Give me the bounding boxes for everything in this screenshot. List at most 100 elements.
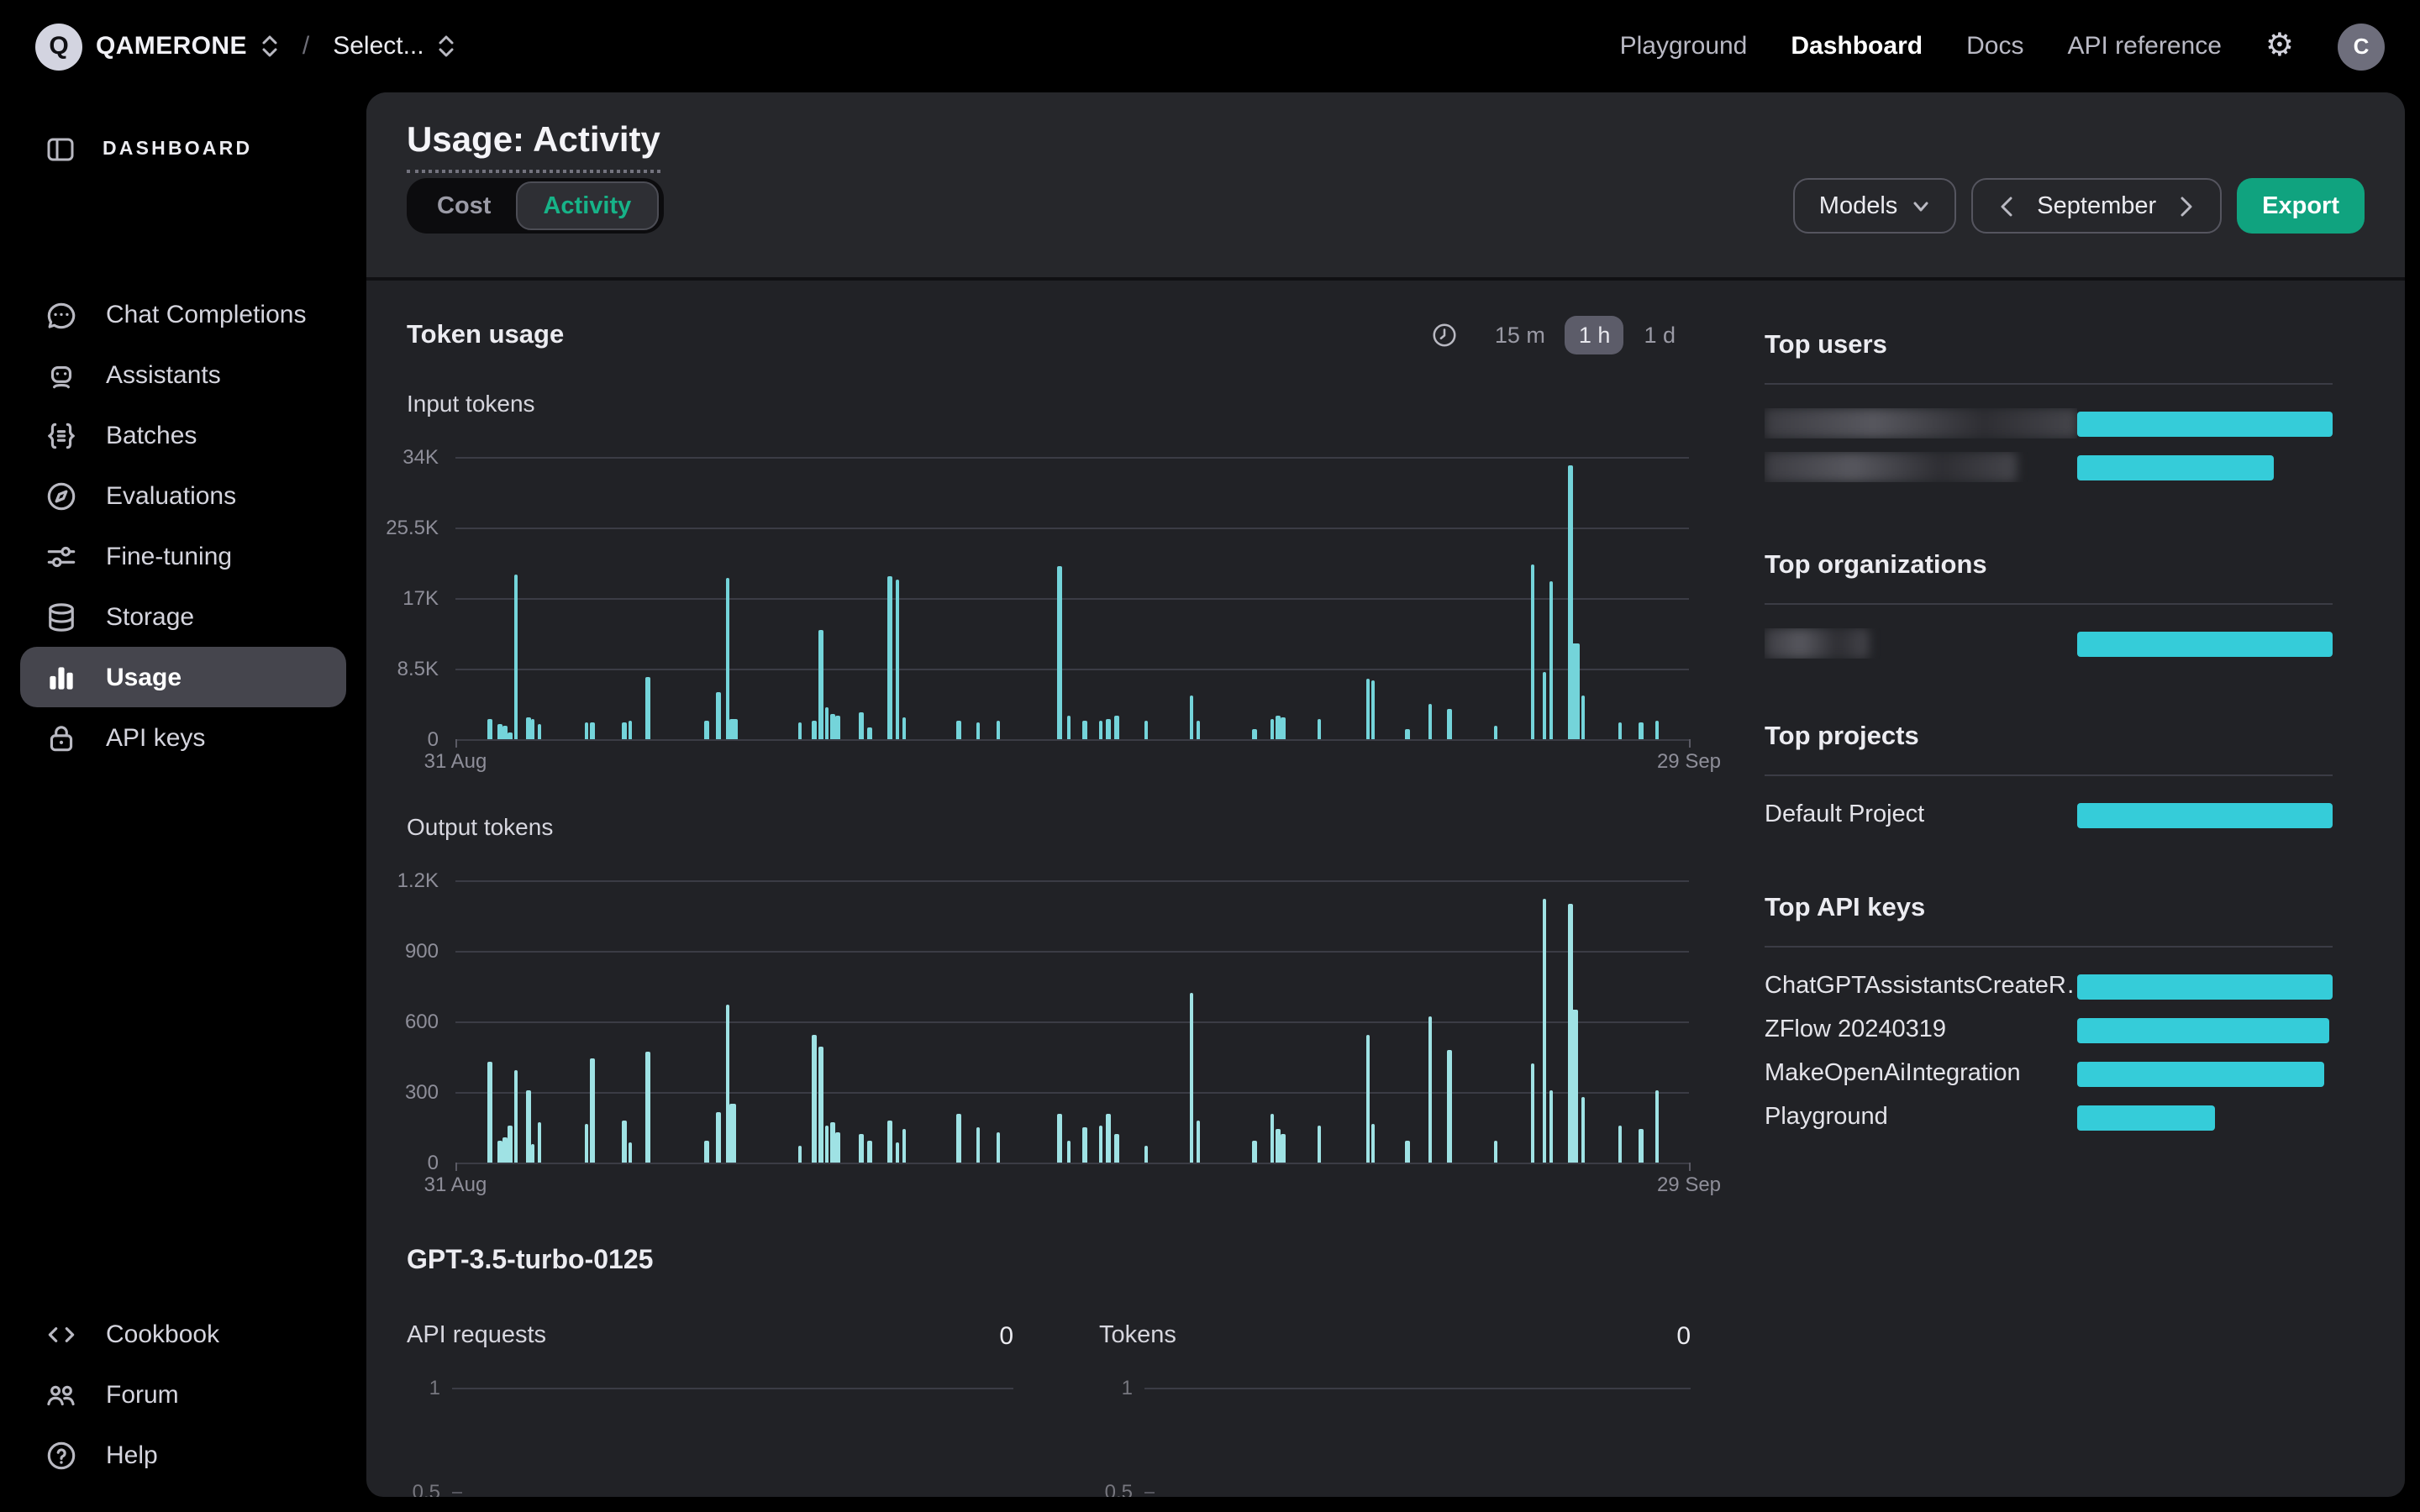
sidebar-item-api-keys[interactable]: API keys [20, 707, 346, 768]
chart-bar [508, 1126, 512, 1163]
sidebar-item-usage[interactable]: Usage [20, 647, 346, 707]
chart-bar [537, 723, 541, 739]
chart-bar [1639, 1130, 1643, 1163]
leaderboard-row-label: Playground [1765, 1104, 2077, 1131]
chart-bar [1144, 721, 1149, 739]
leaderboard-row: MakeOpenAiIntegration [1765, 1052, 2333, 1095]
input-tokens-label: Input tokens [407, 390, 535, 417]
sidebar-item-chat-completions[interactable]: Chat Completions [20, 284, 346, 344]
mini-gridline-row: 0.5 [407, 1480, 1013, 1497]
chart-bar [1196, 720, 1200, 739]
gridline [455, 669, 1689, 670]
org-switcher[interactable]: Q QAMERONE [35, 23, 279, 70]
top-nav-dashboard[interactable]: Dashboard [1791, 32, 1923, 60]
leaderboard-bar [2077, 802, 2333, 827]
chart-bar [1270, 1113, 1274, 1163]
view-toggle-cost[interactable]: Cost [412, 183, 516, 228]
chart-bar [1581, 1097, 1585, 1163]
sidebar-item-label: Batches [106, 421, 197, 449]
chart-bar [629, 721, 633, 739]
chart-bar [1655, 1091, 1659, 1163]
topbar: Q QAMERONE / Select... PlaygroundDashboa… [0, 0, 2420, 92]
chart-bar [1371, 681, 1376, 739]
chart-bar [513, 575, 518, 739]
gridline [455, 951, 1689, 953]
sidebar-item-cookbook[interactable]: Cookbook [20, 1304, 346, 1364]
chart-bar [1317, 1126, 1321, 1163]
leaderboard-row: ChatGPTAssistantsCreateR… [1765, 964, 2333, 1008]
database-icon [44, 599, 79, 634]
chart-bar [1448, 1050, 1452, 1163]
tick-dash [1144, 1491, 1155, 1493]
y-axis-tick-label: 25.5K [386, 516, 439, 539]
chart-bar [590, 723, 594, 739]
gear-icon[interactable]: ⚙ [2265, 30, 2294, 62]
top-nav-playground[interactable]: Playground [1620, 32, 1748, 60]
leaderboard-bar [2077, 1017, 2330, 1042]
leaderboard-bar-track [2077, 454, 2333, 480]
chevron-left-icon[interactable] [1996, 194, 2017, 218]
chart-bar [629, 1142, 633, 1163]
chart-bar [1428, 1016, 1432, 1163]
sidebar-item-storage[interactable]: Storage [20, 586, 346, 647]
chart-bar [623, 1121, 627, 1163]
lock-icon [44, 720, 79, 755]
month-navigator[interactable]: September [1971, 178, 2222, 234]
leaderboard-row-label: MakeOpenAiIntegration [1765, 1060, 2077, 1087]
chart-bar [488, 1062, 492, 1163]
top-nav-docs[interactable]: Docs [1966, 32, 2023, 60]
chart-bar [729, 719, 737, 739]
sidebar-header[interactable]: DASHBOARD [0, 92, 366, 173]
sidebar-item-fine-tuning[interactable]: Fine-tuning [20, 526, 346, 586]
leaderboard-row-label: ChatGPTAssistantsCreateR… [1765, 973, 2077, 1000]
chart-bar [996, 1132, 1000, 1163]
chart-bar [868, 727, 872, 739]
chart-bar [1066, 1142, 1071, 1163]
chevron-right-icon[interactable] [2176, 194, 2196, 218]
granularity-toggle: 15 m1 h1 d [1431, 312, 1689, 358]
view-toggle-activity[interactable]: Activity [516, 181, 658, 230]
leaderboard-row-label [1765, 452, 2077, 482]
models-dropdown[interactable]: Models [1794, 178, 1957, 234]
leaderboard-bar [2077, 411, 2333, 436]
x-axis-tick [1689, 739, 1691, 748]
model-section-heading: GPT-3.5-turbo-0125 [407, 1247, 653, 1277]
chart-bar [887, 1121, 892, 1163]
chart-bar [1082, 721, 1086, 739]
sidebar-item-assistants[interactable]: Assistants [20, 344, 346, 405]
page-header: Usage: Activity CostActivity Models Sept… [366, 92, 2405, 281]
gridline [452, 1387, 1013, 1389]
export-button[interactable]: Export [2237, 178, 2365, 234]
chart-bar [1106, 1115, 1110, 1163]
user-avatar[interactable]: C [2338, 23, 2385, 70]
granularity-1d[interactable]: 1 d [1630, 316, 1689, 354]
chart-bar [726, 577, 730, 739]
chart-bar [824, 706, 829, 739]
chart-bar [1317, 718, 1321, 739]
chart-bar [1114, 716, 1118, 739]
chart-bar [976, 722, 981, 739]
top-nav-api-reference[interactable]: API reference [2067, 32, 2221, 60]
granularity-1h[interactable]: 1 h [1565, 316, 1624, 354]
sidebar-item-help[interactable]: Help [20, 1425, 346, 1485]
sidebar-item-batches[interactable]: Batches [20, 405, 346, 465]
sidebar-item-forum[interactable]: Forum [20, 1364, 346, 1425]
sidebar-item-evaluations[interactable]: Evaluations [20, 465, 346, 526]
leaderboard-bar [2077, 1105, 2215, 1130]
chart-bar [831, 1121, 835, 1163]
mini-chart-title: Tokens [1099, 1322, 1176, 1349]
chart-bar [531, 718, 535, 739]
chart-bar [1253, 728, 1257, 739]
chart-bar [1066, 716, 1071, 739]
granularity-15m[interactable]: 15 m [1481, 316, 1559, 354]
models-label: Models [1819, 192, 1898, 219]
project-switcher[interactable]: Select... [333, 32, 455, 60]
mini-chart-value: 0 [999, 1321, 1013, 1350]
chart-bar [1106, 718, 1110, 739]
redacted-name [1765, 452, 2017, 482]
sidebar-item-label: Storage [106, 602, 194, 631]
chart-bar [1428, 704, 1432, 739]
chart-bar [797, 1145, 802, 1163]
y-axis-tick-label: 1 [1099, 1376, 1133, 1399]
divider [1765, 603, 2333, 605]
